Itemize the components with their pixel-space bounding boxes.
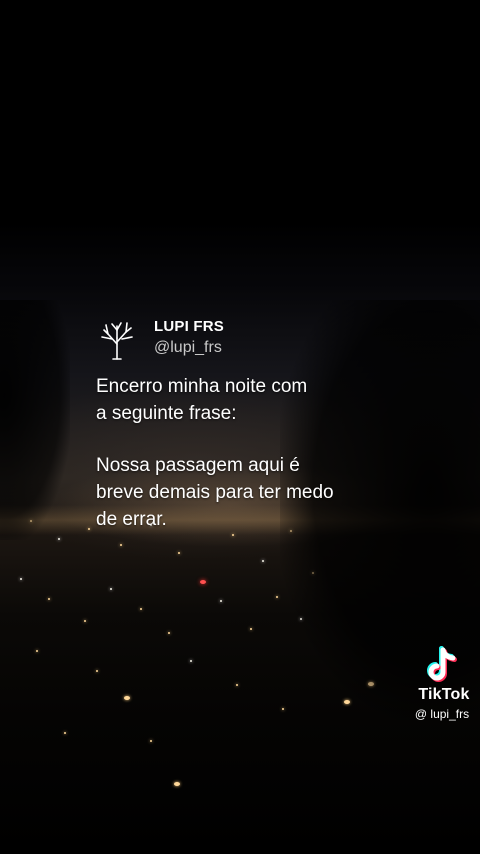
city-light (276, 596, 278, 598)
tree-silhouette-left (0, 300, 70, 540)
city-light (232, 534, 234, 536)
tree-icon-graphic (101, 322, 133, 360)
tiktok-brand: TikTok (418, 686, 470, 703)
display-name: LUPI FRS (154, 318, 224, 335)
city-light (48, 598, 50, 600)
city-light (120, 544, 122, 546)
tweet-paragraph: Nossa passagem aqui é breve demais para … (96, 452, 406, 533)
tiktok-note-graphic (427, 646, 457, 682)
tweet-author: LUPI FRS @lupi_frs (154, 318, 224, 357)
video-frame: LUPI FRS @lupi_frs Encerro minha noite c… (0, 0, 480, 854)
tweet-text: Encerro minha noite com a seguinte frase… (96, 373, 406, 533)
tree-icon (100, 320, 134, 360)
tweet-line: Encerro minha noite com (96, 376, 308, 397)
city-light (110, 588, 112, 590)
city-light (64, 732, 66, 734)
city-light (150, 740, 152, 742)
tiktok-username: @ lupi_frs (414, 707, 470, 721)
tweet-line: de errar. (96, 509, 167, 530)
city-light (88, 528, 90, 530)
city-light (140, 608, 142, 610)
tiktok-logo-icon (427, 646, 461, 684)
city-light (96, 670, 98, 672)
city-light (220, 600, 222, 602)
city-light (250, 628, 252, 630)
tweet-paragraph: Encerro minha noite com a seguinte frase… (96, 373, 406, 427)
city-light (200, 580, 206, 584)
city-light (124, 696, 130, 700)
city-light (20, 578, 22, 580)
city-light (262, 560, 264, 562)
city-light (36, 650, 38, 652)
tweet-line: Nossa passagem aqui é (96, 455, 300, 476)
tweet-line: breve demais para ter medo (96, 482, 334, 503)
tweet-line: a seguinte frase: (96, 403, 237, 424)
city-light (190, 660, 192, 662)
city-light (174, 782, 180, 786)
user-handle: @lupi_frs (154, 339, 222, 356)
city-light (84, 620, 86, 622)
city-light (178, 552, 180, 554)
city-light (236, 684, 238, 686)
tiktok-watermark: TikTok @ lupi_frs (407, 646, 480, 721)
city-light (168, 632, 170, 634)
